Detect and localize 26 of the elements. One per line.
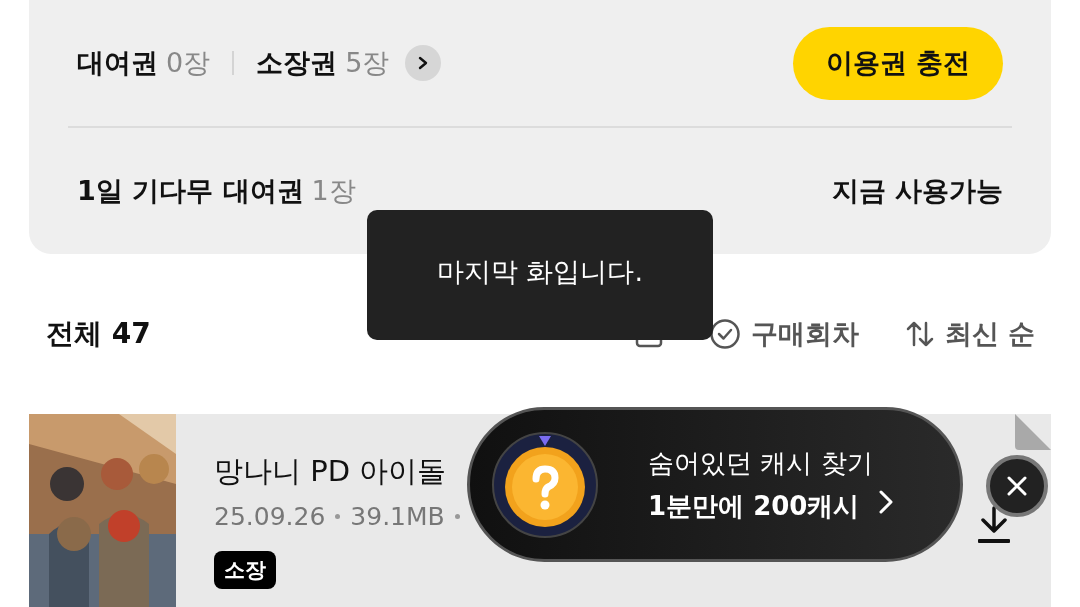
file-size: 39.1MB [350, 502, 445, 531]
question-coin-icon [492, 431, 598, 538]
promo-reward: 1분만에 200캐시 [648, 489, 861, 523]
chevron-button[interactable] [405, 45, 442, 81]
chevron-icon [878, 489, 893, 514]
availability-text: 지금 사용가능 [831, 174, 1003, 208]
total-count: 전체 47 [46, 316, 151, 352]
close-icon [1006, 475, 1028, 497]
download-icon[interactable] [977, 506, 1011, 546]
ticket-label: 소장권 [256, 46, 338, 80]
episode-date: 25.09.26 [214, 502, 326, 531]
sort-button[interactable]: 최신 순 [904, 316, 1035, 352]
ticket-count: 1장 [311, 174, 356, 208]
ticket-label: 1일 기다무 대여권 [77, 174, 304, 208]
check-circle-icon [708, 318, 741, 350]
corner-fold [1015, 414, 1051, 450]
ticket-count: 0장 [166, 46, 211, 80]
owned-badge: 소장 [214, 551, 276, 589]
ticket-label: 대여권 [77, 46, 158, 80]
ticket-count: 5장 [345, 46, 390, 80]
last-episode-toast: 마지막 화입니다. [367, 210, 713, 340]
promo-title: 숨어있던 캐시 찾기 [648, 446, 873, 480]
charge-button[interactable]: 이용권 충전 [793, 26, 1003, 100]
episode-title: 망나니 PD 아이돌 [214, 453, 447, 490]
sort-icon [904, 319, 935, 349]
promo-toast[interactable]: 숨어있던 캐시 찾기 1분만에 200캐시 [467, 407, 963, 562]
